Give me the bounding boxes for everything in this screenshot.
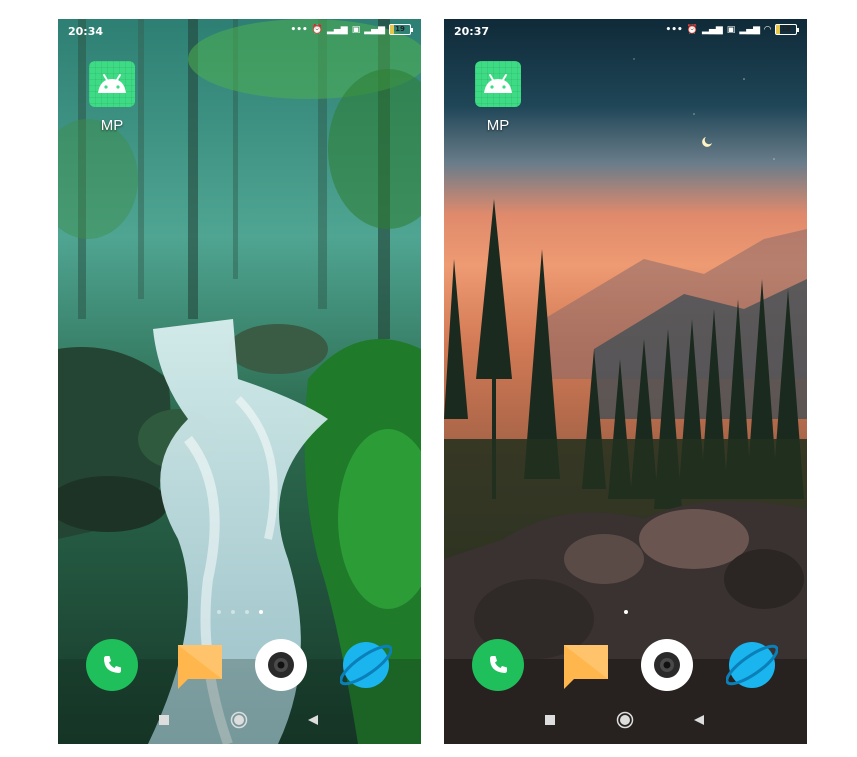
page-indicator — [444, 610, 807, 614]
signal-4g-icon: ▂▄▆ — [739, 24, 761, 35]
camera-icon[interactable] — [641, 639, 693, 691]
phone-icon[interactable] — [472, 639, 524, 691]
phone-screen-2: 20:37 ••• ⏰ ▂▄▆ ▣ ▂▄▆ ◠ 18 MP — [444, 19, 807, 744]
signal-icon: ▂▄▆ — [326, 24, 348, 35]
app-label: MP — [486, 117, 510, 134]
battery-icon: 18 — [775, 24, 799, 35]
alarm-icon: ⏰ — [686, 24, 699, 35]
browser-icon[interactable] — [339, 639, 393, 691]
status-bar: 20:37 ••• ⏰ ▂▄▆ ▣ ▂▄▆ ◠ 18 — [444, 19, 807, 45]
dock — [444, 639, 807, 693]
browser-icon[interactable] — [725, 639, 779, 691]
signal-4g-icon: ▂▄▆ — [364, 24, 385, 35]
battery-fill — [390, 25, 394, 34]
home-icon[interactable] — [227, 708, 251, 732]
more-icon: ••• — [290, 24, 308, 35]
page-dot-active — [258, 610, 263, 614]
app-icon-mp[interactable]: MP — [89, 61, 135, 134]
volte-icon: ▣ — [726, 24, 736, 35]
page-dot-active — [623, 610, 628, 614]
navigation-bar — [444, 708, 807, 732]
app-icon-mp[interactable]: MP — [475, 61, 521, 134]
messages-icon[interactable] — [560, 639, 612, 691]
page-indicator — [58, 610, 421, 614]
status-time: 20:37 — [454, 25, 490, 38]
wifi-icon: ◠ — [764, 24, 771, 35]
battery-level: 18 — [781, 25, 791, 33]
back-icon[interactable] — [301, 708, 325, 732]
battery-level: 19 — [395, 25, 405, 33]
recents-icon[interactable] — [538, 708, 562, 732]
page-dot — [244, 610, 249, 614]
android-icon — [484, 74, 512, 93]
status-icons: ••• ⏰ ▂▄▆ ▣ ▂▄▆ ◠ 18 — [665, 24, 799, 35]
home-icon[interactable] — [613, 708, 637, 732]
battery-fill — [776, 25, 780, 34]
status-time: 20:34 — [68, 25, 104, 38]
android-app-tile — [89, 61, 135, 107]
page-dot — [216, 610, 221, 614]
navigation-bar — [58, 708, 421, 732]
back-icon[interactable] — [687, 708, 711, 732]
status-icons: ••• ⏰ ▂▄▆ ▣ ▂▄▆ 19 — [290, 24, 413, 35]
more-icon: ••• — [665, 24, 683, 35]
battery-icon: 19 — [389, 24, 413, 35]
phone-icon[interactable] — [86, 639, 138, 691]
camera-icon[interactable] — [255, 639, 307, 691]
alarm-icon: ⏰ — [311, 24, 323, 35]
phone-screen-1: 20:34 ••• ⏰ ▂▄▆ ▣ ▂▄▆ 19 MP — [58, 19, 421, 744]
app-label: MP — [100, 117, 124, 134]
messages-icon[interactable] — [174, 639, 226, 691]
android-icon — [98, 74, 126, 93]
page-dot — [230, 610, 235, 614]
volte-icon: ▣ — [351, 24, 361, 35]
recents-icon[interactable] — [152, 708, 176, 732]
dock — [58, 639, 421, 693]
status-bar: 20:34 ••• ⏰ ▂▄▆ ▣ ▂▄▆ 19 — [58, 19, 421, 45]
signal-icon: ▂▄▆ — [702, 24, 723, 35]
android-app-tile — [475, 61, 521, 107]
